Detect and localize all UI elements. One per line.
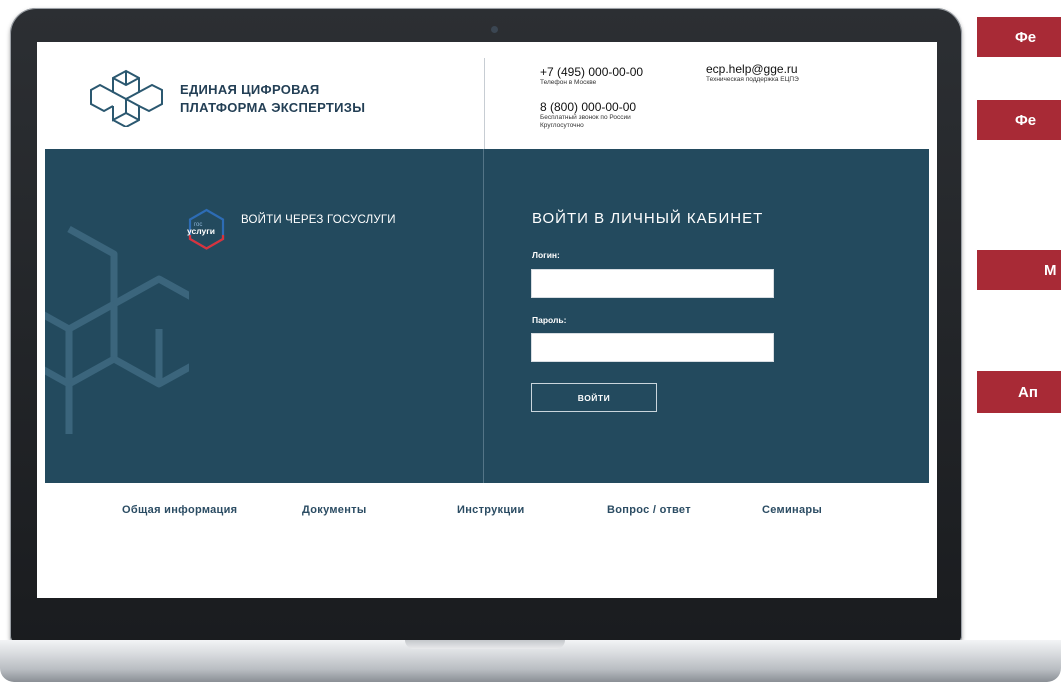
- moscow-phone-caption: Телефон в Москве: [540, 79, 597, 86]
- side-tab-1[interactable]: Фе: [977, 17, 1061, 57]
- moscow-phone-block: +7 (495) 000-00-00 Телефон в Москве: [540, 65, 643, 87]
- gosuslugi-logo-icon[interactable]: гос услуги: [184, 207, 229, 252]
- password-field-label: Пароль:: [532, 315, 567, 325]
- login-panel: гос услуги ВОЙТИ ЧЕРЕЗ ГОСУСЛУГИ ВОЙТИ В…: [45, 149, 929, 483]
- camera-dot: [491, 26, 498, 33]
- free-phone-block: 8 (800) 000-00-00 Бесплатный звонок по Р…: [540, 100, 636, 130]
- header-divider: [484, 58, 485, 149]
- password-input[interactable]: [531, 333, 774, 362]
- free-phone-caption: Бесплатный звонок по России: [540, 114, 631, 121]
- gosuslugi-login-link[interactable]: ВОЙТИ ЧЕРЕЗ ГОСУСЛУГИ: [241, 214, 396, 226]
- laptop-base-notch: [405, 640, 565, 649]
- nav-link-seminars[interactable]: Семинары: [762, 504, 822, 516]
- site-header: ЕДИНАЯ ЦИФРОВАЯ ПЛАТФОРМА ЭКСПЕРТИЗЫ +7 …: [37, 42, 937, 149]
- moscow-phone[interactable]: +7 (495) 000-00-00: [540, 65, 643, 79]
- free-phone[interactable]: 8 (800) 000-00-00: [540, 100, 636, 114]
- side-tab-2[interactable]: Фе: [977, 100, 1061, 140]
- brand-name-line2: ПЛАТФОРМА ЭКСПЕРТИЗЫ: [180, 100, 366, 115]
- side-tab-1-label: Фе: [1015, 28, 1037, 46]
- side-tab-2-label: Фе: [1015, 111, 1037, 129]
- brand-name-line1: ЕДИНАЯ ЦИФРОВАЯ: [180, 82, 320, 97]
- nav-link-documents[interactable]: Документы: [302, 504, 367, 516]
- login-button[interactable]: ВОЙТИ: [531, 383, 657, 412]
- support-email-block: ecp.help@gge.ru Техническая поддержка ЕЦ…: [706, 62, 799, 84]
- side-tab-4-label: Ап: [1018, 383, 1038, 401]
- login-title: ВОЙТИ В ЛИЧНЫЙ КАБИНЕТ: [532, 210, 764, 227]
- cubes-logo-icon: [90, 69, 163, 127]
- laptop-screen: ЕДИНАЯ ЦИФРОВАЯ ПЛАТФОРМА ЭКСПЕРТИЗЫ +7 …: [37, 42, 937, 598]
- nav-link-general-info[interactable]: Общая информация: [122, 504, 237, 516]
- free-phone-hours: Круглосуточно: [540, 122, 584, 130]
- side-tab-4[interactable]: Ап: [977, 371, 1061, 413]
- login-input[interactable]: [531, 269, 774, 298]
- side-tab-3-label: М: [1044, 261, 1057, 279]
- login-field-label: Логин:: [532, 250, 560, 260]
- panel-divider: [483, 149, 484, 483]
- decorative-cubes-icon: [45, 225, 189, 434]
- side-tab-3[interactable]: М: [977, 250, 1061, 290]
- support-email-caption: Техническая поддержка ЕЦПЭ: [706, 76, 799, 83]
- nav-link-instructions[interactable]: Инструкции: [457, 504, 525, 516]
- gosuslugi-logo-text: услуги: [187, 226, 215, 236]
- support-email[interactable]: ecp.help@gge.ru: [706, 62, 799, 76]
- footer-nav: Общая информация Документы Инструкции Во…: [37, 483, 937, 598]
- nav-link-faq[interactable]: Вопрос / ответ: [607, 504, 691, 516]
